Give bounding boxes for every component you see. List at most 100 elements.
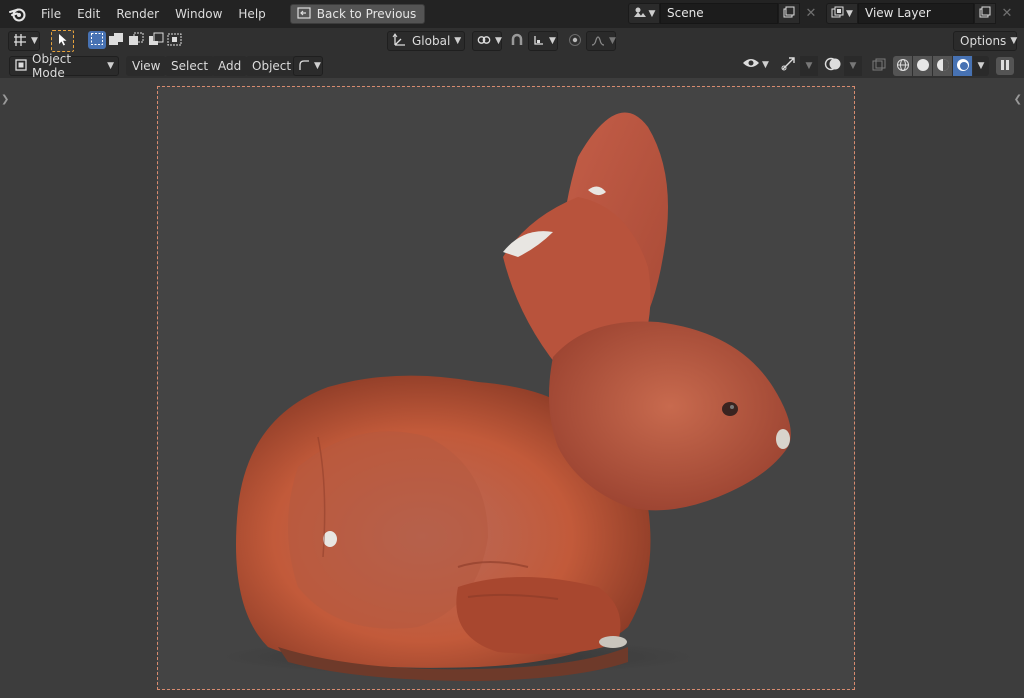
pivot-point-dropdown[interactable]: ▼ [472,31,502,51]
object-mode-dropdown[interactable]: Object Mode ▼ [9,52,119,80]
chevron-down-icon: ▼ [849,61,857,71]
material-sphere-icon [936,58,950,75]
visibility-dropdown[interactable]: ▼ [742,56,769,73]
menu-render[interactable]: Render [108,3,167,25]
select-extend-icon [108,32,124,49]
back-icon [297,6,311,22]
chevron-down-icon: ▼ [1010,36,1018,46]
xray-toggle[interactable] [870,57,888,75]
shading-rendered-button[interactable] [953,56,972,76]
scene-icon [633,6,647,21]
gizmo-toggle[interactable] [780,56,798,75]
shading-wireframe-button[interactable] [893,56,912,76]
back-to-previous-label: Back to Previous [316,7,417,21]
scene-browse-button[interactable]: ▼ [628,3,660,24]
chevron-down-icon: ▼ [846,8,853,19]
chevron-down-icon: ▼ [609,36,616,46]
chevron-down-icon: ▼ [549,36,556,46]
menu-view[interactable]: View [126,56,167,76]
menu-help[interactable]: Help [230,3,273,25]
camera-frame [157,86,855,690]
options-label: Options [960,34,1007,48]
select-subtract-button[interactable] [127,31,145,49]
scene-name-field[interactable]: Scene [660,3,778,24]
new-scene-button[interactable] [778,3,800,24]
magnet-icon [510,33,524,50]
chevron-down-icon: ▼ [762,59,769,70]
sidebar-toggle-button[interactable] [996,57,1014,75]
chevron-down-icon: ▼ [805,61,813,71]
3d-viewport[interactable]: ❯ ❮ [0,78,1024,698]
shading-solid-button[interactable] [913,56,932,76]
transform-orientation-label: Global [412,34,451,48]
new-view-layer-button[interactable] [974,3,996,24]
pivot-link-icon [477,34,491,49]
select-difference-button[interactable] [147,31,165,49]
eye-icon [742,56,760,73]
curve-stroke-icon [298,59,310,74]
pause-icon [999,59,1011,74]
chevron-down-icon: ▼ [314,61,321,71]
delete-scene-button[interactable]: ✕ [800,3,822,24]
select-intersect-button[interactable] [166,31,184,49]
tool-header: ▼ Global ▼ ▼ ▼ ▼ Options ▼ [0,28,1024,54]
overlays-icon [824,56,842,75]
proportional-dot-icon [568,33,582,50]
shading-dropdown[interactable]: ▼ [973,56,989,76]
chevron-down-icon: ▼ [977,61,985,71]
editor-type-dropdown[interactable]: ▼ [8,31,40,51]
viewport-header: Object Mode ▼ View Select Add Object ▼ ▼… [0,52,1024,80]
view-layer-browse-button[interactable]: ▼ [826,3,858,24]
snap-target-dropdown[interactable]: ▼ [528,31,558,51]
menu-object[interactable]: Object [246,56,298,76]
menu-add[interactable]: Add [212,56,248,76]
solid-sphere-icon [916,58,930,75]
duplicate-icon [979,6,991,21]
falloff-curve-icon [591,34,605,49]
viewport-grid-icon [13,33,27,50]
select-extend-button[interactable] [108,31,126,49]
select-new-icon [90,32,104,49]
view-layer-icon [831,6,844,21]
toolbar-expand-arrow-icon[interactable]: ❯ [1,94,9,105]
select-new-button[interactable] [88,31,106,49]
proportional-falloff-dropdown[interactable]: ▼ [586,31,616,51]
overlays-dropdown[interactable]: ▼ [844,56,862,76]
view-layer-name-field[interactable]: View Layer [858,3,974,24]
options-dropdown[interactable]: Options ▼ [953,31,1017,51]
snap-increment-icon [533,34,545,49]
orientation-axes-icon [392,32,408,50]
duplicate-icon [783,6,795,21]
chevron-down-icon: ▼ [648,8,656,19]
close-icon: ✕ [805,6,817,21]
close-icon: ✕ [1001,6,1013,21]
gizmo-icon [780,56,798,75]
shading-modes: ▼ [893,56,989,76]
chevron-down-icon: ▼ [107,61,114,71]
overlays-toggle[interactable] [824,56,842,75]
sidebar-expand-arrow-icon[interactable]: ❮ [1014,94,1022,105]
blender-logo-icon[interactable] [7,3,29,25]
gizmo-dropdown[interactable]: ▼ [800,56,818,76]
back-to-previous-button[interactable]: Back to Previous [289,4,426,24]
rendered-sphere-icon [956,58,970,75]
menu-window[interactable]: Window [167,3,230,25]
scene-selector: ▼ Scene ✕ [628,3,822,24]
shading-material-button[interactable] [933,56,952,76]
rabbit-model [218,112,791,681]
snap-toggle[interactable] [508,32,526,50]
gpencil-mode-dropdown[interactable]: ▼ [293,56,323,76]
delete-view-layer-button[interactable]: ✕ [996,3,1018,24]
xray-icon [872,58,886,75]
proportional-editing-toggle[interactable] [566,32,584,50]
chevron-down-icon: ▼ [495,36,502,46]
menu-edit[interactable]: Edit [69,3,108,25]
select-difference-icon [148,32,164,49]
select-tool-button[interactable] [51,30,74,52]
object-mode-icon [14,58,28,75]
transform-orientation-dropdown[interactable]: Global ▼ [387,31,465,51]
wireframe-sphere-icon [896,58,910,75]
selection-mode-group [88,31,184,51]
menu-file[interactable]: File [33,3,69,25]
menu-select[interactable]: Select [165,56,215,76]
